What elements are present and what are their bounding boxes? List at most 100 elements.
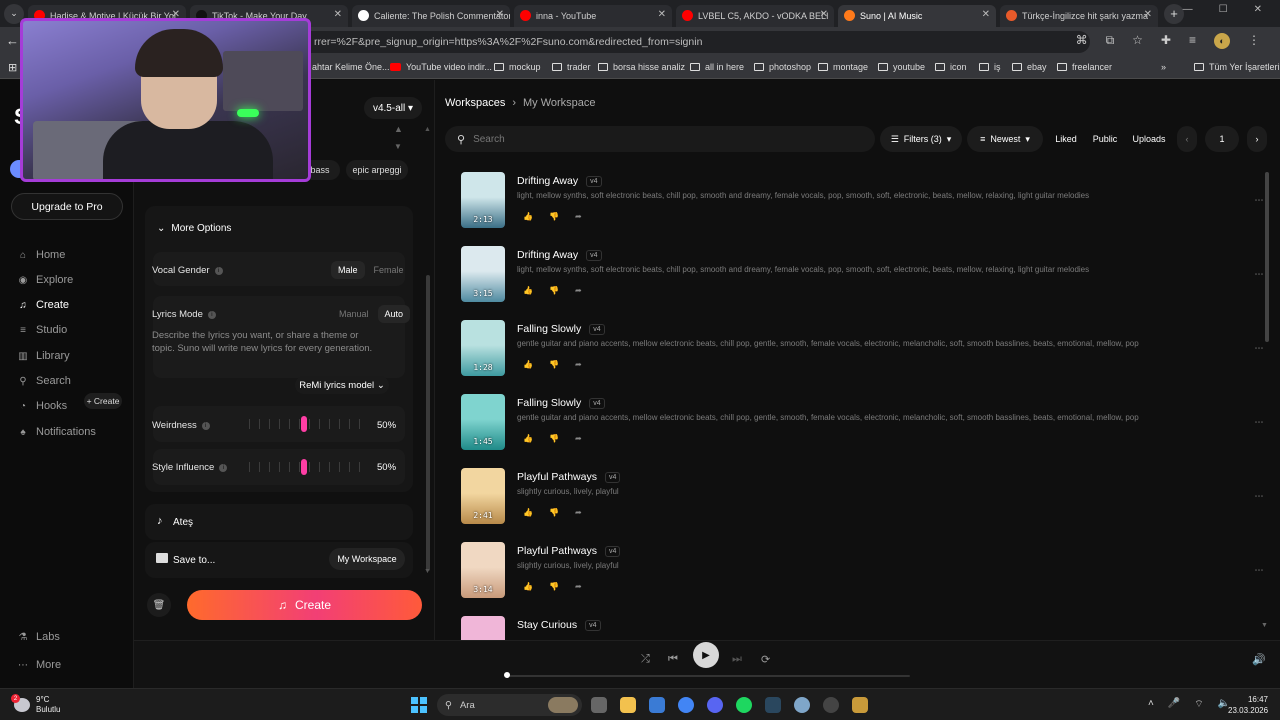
discord-icon[interactable] xyxy=(707,697,723,713)
bookmark-item[interactable]: montage xyxy=(818,62,868,72)
scroll-down-arrow-icon[interactable]: ▼ xyxy=(424,568,431,575)
spotify-icon[interactable] xyxy=(736,697,752,713)
workspace-select-button[interactable]: My Workspace xyxy=(329,548,405,570)
upgrade-button[interactable]: Upgrade to Pro xyxy=(11,193,123,220)
chevron-down-icon[interactable]: ▼ xyxy=(394,142,402,151)
song-cover[interactable]: 1:28 xyxy=(461,320,505,376)
scroll-up-arrow-icon[interactable]: ▲ xyxy=(424,126,431,133)
song-cover[interactable]: 1:45 xyxy=(461,394,505,450)
bookmark-item[interactable]: trader xyxy=(552,62,591,72)
new-tab-button[interactable]: + xyxy=(1164,3,1184,24)
song-row[interactable]: 2:13 Drifting Away v4 light, mellow synths,… xyxy=(461,172,1264,230)
windows-start-icon[interactable] xyxy=(411,697,427,713)
network-icon[interactable]: ⌔ xyxy=(1194,698,1203,711)
close-tab-icon[interactable]: ✕ xyxy=(334,9,342,20)
file-explorer-icon[interactable] xyxy=(620,697,636,713)
lyrics-model-select[interactable]: ReMi lyrics model ⌄ xyxy=(295,376,389,394)
profile-avatar[interactable]: ◐ xyxy=(1214,33,1230,49)
bookmark-item[interactable]: ebay xyxy=(1012,62,1047,72)
sort-button[interactable]: ≡ Newest ▾ xyxy=(967,126,1043,152)
vpn-icon[interactable] xyxy=(794,697,810,713)
prev-page-button[interactable]: ‹ xyxy=(1177,126,1197,152)
song-title[interactable]: Falling Slowly v4 xyxy=(517,323,605,335)
thumbs-down-icon[interactable]: 👎 xyxy=(549,508,559,517)
song-list-scrollbar[interactable] xyxy=(1265,172,1269,342)
tray-chevron-icon[interactable]: ˄ xyxy=(1148,698,1154,711)
bookmark-item[interactable]: iş xyxy=(979,62,1001,72)
thumbs-down-icon[interactable]: 👎 xyxy=(549,582,559,591)
create-button[interactable]: ♫ Create xyxy=(187,590,422,620)
maximize-icon[interactable]: ☐ xyxy=(1219,4,1228,15)
song-cover[interactable]: 3:14 xyxy=(461,542,505,598)
more-options-icon[interactable]: ⋯ xyxy=(1249,562,1269,578)
public-filter[interactable]: Public xyxy=(1089,126,1121,152)
sidebar-item-notifications[interactable]: ♠ Notifications xyxy=(18,426,96,438)
close-tab-icon[interactable]: ✕ xyxy=(496,9,504,20)
microphone-icon[interactable]: 🎤 xyxy=(1168,698,1180,711)
bookmark-item[interactable]: youtube xyxy=(878,62,925,72)
more-options-icon[interactable]: ⋯ xyxy=(1249,340,1269,356)
sidebar-item-studio[interactable]: ≡ Studio xyxy=(18,324,67,336)
apps-grid-icon[interactable]: ⊞ xyxy=(8,61,17,74)
lyrics-mode-manual-option[interactable]: Manual xyxy=(332,305,376,323)
bookmark-item[interactable]: all in here xyxy=(690,62,744,72)
audio-app-icon[interactable] xyxy=(852,697,868,713)
scroll-down-arrow-icon[interactable]: ▼ xyxy=(1261,622,1268,629)
shuffle-icon[interactable]: ⤮ xyxy=(641,653,650,666)
bookmarks-overflow-button[interactable]: » xyxy=(1161,62,1166,72)
sidebar-item-library[interactable]: ▥ Library xyxy=(18,350,69,362)
liked-filter[interactable]: Liked xyxy=(1051,126,1081,152)
repeat-icon[interactable]: ⟳ xyxy=(761,653,770,666)
model-version-select[interactable]: v4.5-all ▾ xyxy=(364,97,422,119)
song-title-input[interactable]: Ateş xyxy=(173,517,193,528)
filters-button[interactable]: ☰ Filters (3) ▾ xyxy=(880,126,962,152)
song-title[interactable]: Stay Curious v4 xyxy=(517,619,601,631)
url-field[interactable]: rrer=%2F&pre_signup_origin=https%3A%2F%2… xyxy=(300,31,1090,53)
thumbs-up-icon[interactable]: 👍 xyxy=(523,582,533,591)
browser-tab[interactable]: Suno | AI Music ✕ xyxy=(838,4,996,27)
media-control-icon[interactable]: ≡ xyxy=(1189,33,1196,49)
install-app-icon[interactable]: ⧉ xyxy=(1106,33,1115,49)
thumbs-up-icon[interactable]: 👍 xyxy=(523,286,533,295)
song-row[interactable]: 2:41 Playful Pathways v4 slightly curious, … xyxy=(461,468,1264,526)
close-tab-icon[interactable]: ✕ xyxy=(1144,9,1152,20)
thumbs-down-icon[interactable]: 👎 xyxy=(549,360,559,369)
taskbar-search[interactable]: ⚲ Ara xyxy=(437,694,582,716)
vocal-gender-female-option[interactable]: Female xyxy=(367,261,411,279)
share-icon[interactable]: ➦ xyxy=(575,286,582,295)
style-influence-slider[interactable] xyxy=(249,458,360,476)
info-icon[interactable]: i xyxy=(219,463,228,472)
info-icon[interactable]: i xyxy=(214,266,223,275)
bookmark-star-icon[interactable]: ☆ xyxy=(1132,33,1143,49)
slider-handle[interactable] xyxy=(301,459,307,475)
browser-tab[interactable]: Caliente: The Polish Commentator ✕ xyxy=(352,4,510,27)
close-tab-icon[interactable]: ✕ xyxy=(658,9,666,20)
thumbs-up-icon[interactable]: 👍 xyxy=(523,212,533,221)
vocal-gender-male-option[interactable]: Male xyxy=(331,261,365,279)
info-icon[interactable]: i xyxy=(207,310,216,319)
page-number-field[interactable]: 1 xyxy=(1205,126,1239,152)
next-track-icon[interactable]: ⏭ xyxy=(732,653,742,666)
extensions-icon[interactable]: ✚ xyxy=(1161,33,1171,49)
thumbs-up-icon[interactable]: 👍 xyxy=(523,434,533,443)
trash-icon[interactable]: 🗑 xyxy=(147,593,171,617)
song-title[interactable]: Playful Pathways v4 xyxy=(517,545,621,557)
browser-tab[interactable]: LVBEL C5, AKDO - vODKA BELI ✕ xyxy=(676,4,834,27)
song-cover[interactable]: 2:41 xyxy=(461,468,505,524)
song-title[interactable]: Drifting Away v4 xyxy=(517,175,602,187)
weather-widget[interactable]: 2 9°C Bulutlu xyxy=(11,694,60,715)
thumbs-up-icon[interactable]: 👍 xyxy=(523,508,533,517)
song-title[interactable]: Falling Slowly v4 xyxy=(517,397,605,409)
more-options-icon[interactable]: ⋯ xyxy=(1249,414,1269,430)
thumbs-up-icon[interactable]: 👍 xyxy=(523,360,533,369)
slider-handle[interactable] xyxy=(301,416,307,432)
obs-icon[interactable] xyxy=(823,697,839,713)
sidebar-item-more[interactable]: ⋯ More xyxy=(18,659,61,671)
sidebar-item-search[interactable]: ⚲ Search xyxy=(18,375,71,387)
share-icon[interactable]: ➦ xyxy=(575,508,582,517)
translate-icon[interactable]: ⌘ xyxy=(1076,33,1088,49)
steam-icon[interactable] xyxy=(765,697,781,713)
back-arrow-icon[interactable]: ← xyxy=(6,33,19,48)
style-chip[interactable]: epic arpeggi xyxy=(346,160,408,180)
share-icon[interactable]: ➦ xyxy=(575,212,582,221)
